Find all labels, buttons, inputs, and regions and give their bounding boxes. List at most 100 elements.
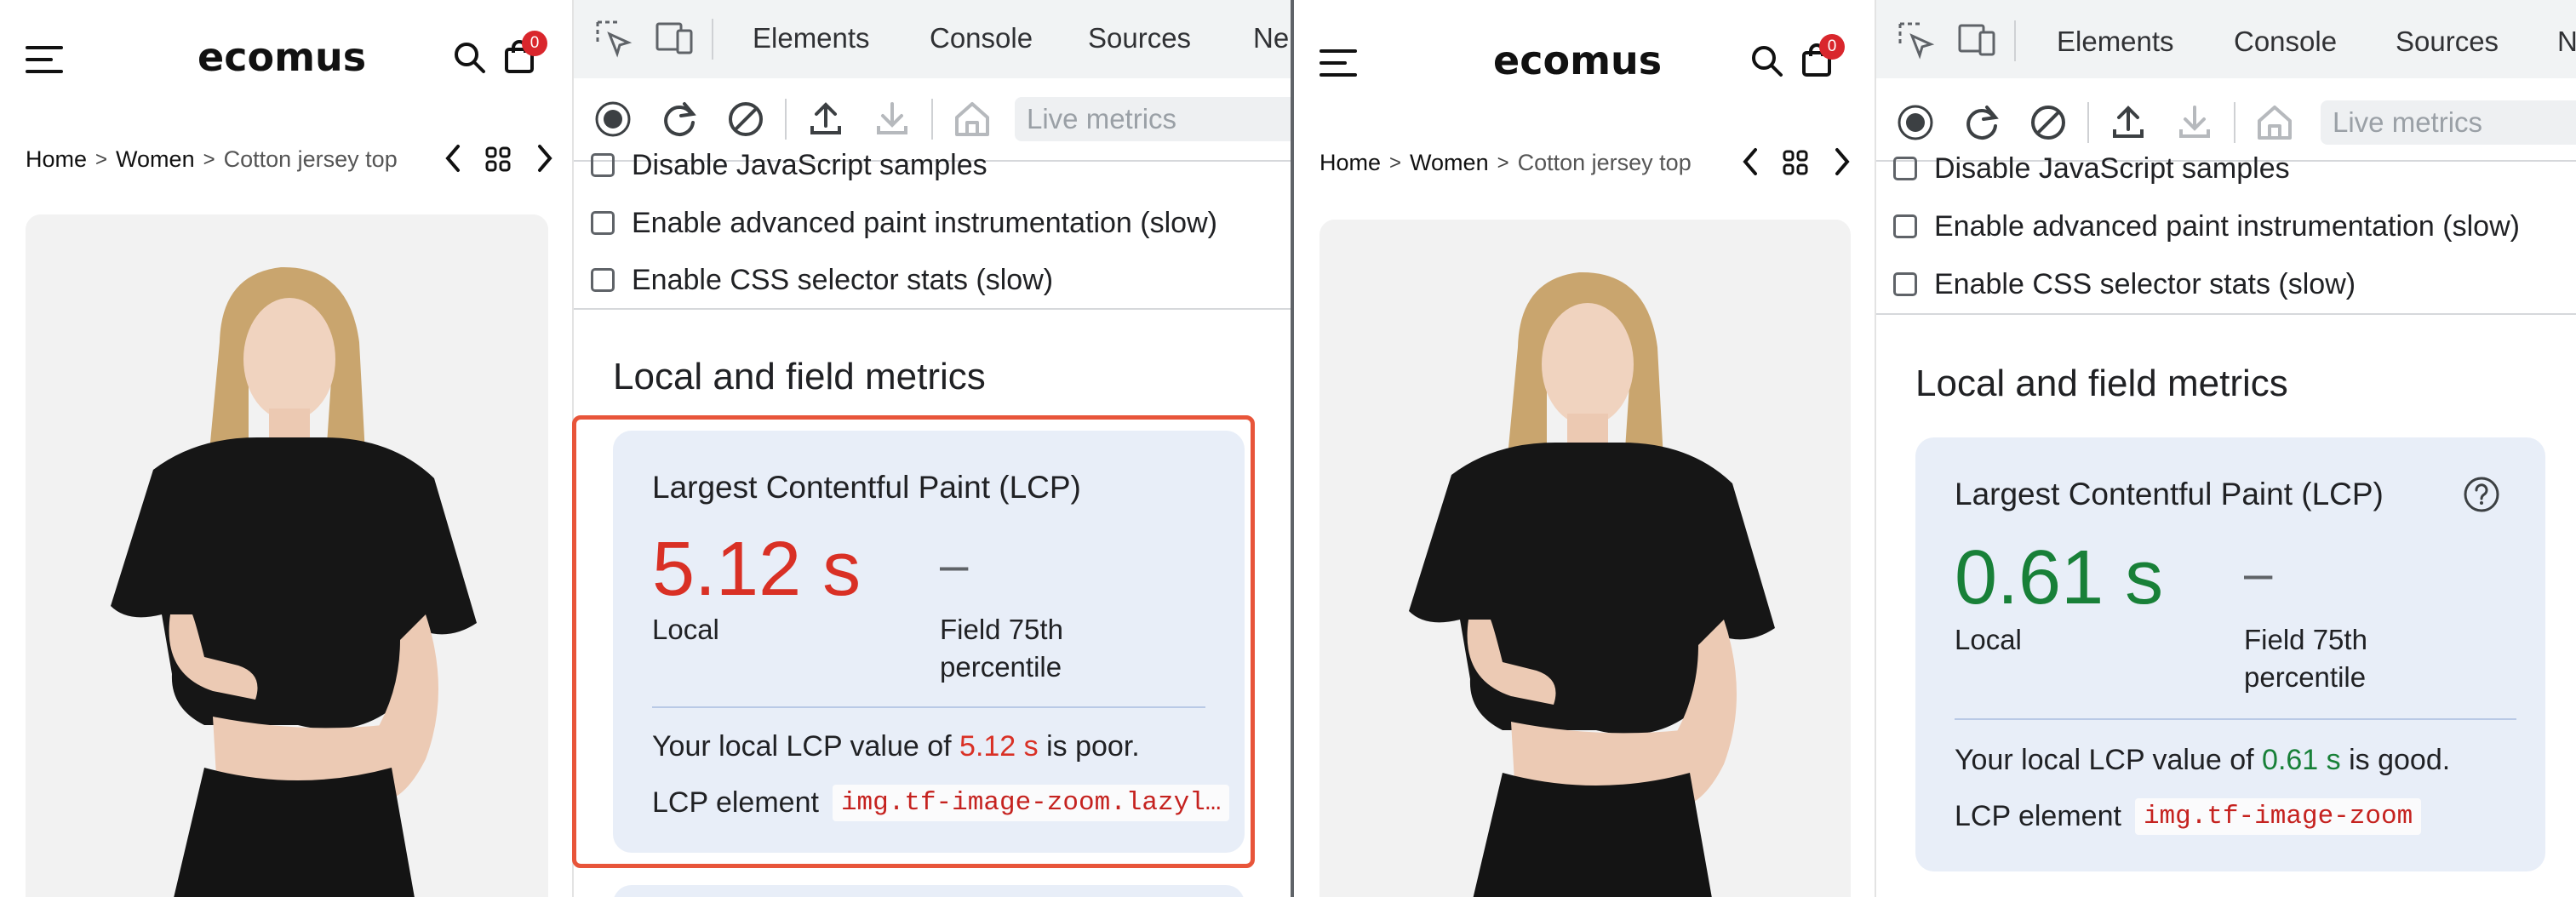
cart-count-badge: 0 <box>1819 34 1845 60</box>
screenshot-after: ecomus 0 Home > Women > Cotton jersey to… <box>1294 0 2576 897</box>
next-card <box>613 885 1245 897</box>
product-nav <box>1743 148 1850 175</box>
chevron-right-icon[interactable] <box>1835 148 1850 175</box>
checkbox[interactable] <box>1893 272 1917 296</box>
checkbox[interactable] <box>591 211 615 235</box>
checkbox[interactable] <box>1893 214 1917 238</box>
toolbar-separator <box>2234 102 2235 143</box>
breadcrumb-separator: > <box>203 147 215 171</box>
product-photo <box>1324 220 1846 897</box>
upload-icon[interactable] <box>805 99 846 140</box>
home-icon <box>2258 106 2292 140</box>
store-logo[interactable]: ecomus <box>1493 41 1662 80</box>
record-icon[interactable] <box>592 99 633 140</box>
tab-network[interactable]: Ne <box>1253 22 1289 54</box>
tab-sources[interactable]: Sources <box>1088 22 1191 54</box>
menu-icon[interactable] <box>26 46 63 75</box>
option-label: Disable JavaScript samples <box>632 148 987 181</box>
chevron-left-icon[interactable] <box>1743 148 1757 175</box>
grid-icon[interactable] <box>485 146 511 172</box>
option-disable-js-samples[interactable]: Disable JavaScript samples <box>1876 140 2576 197</box>
breadcrumb-current: Cotton jersey top <box>223 146 398 172</box>
download-icon <box>877 102 907 134</box>
screenshot-before: ecomus 0 Home > Women > Cotton jersey to… <box>0 0 1291 897</box>
tab-separator <box>712 19 713 60</box>
checkbox[interactable] <box>591 268 615 292</box>
reload-icon[interactable] <box>659 99 700 140</box>
option-disable-js-samples[interactable]: Disable JavaScript samples <box>574 136 1291 194</box>
live-metrics-filter[interactable]: Live metrics <box>2321 100 2576 145</box>
breadcrumb: Home > Women > Cotton jersey top <box>26 146 398 173</box>
checkbox[interactable] <box>591 153 615 177</box>
tab-elements[interactable]: Elements <box>2057 26 2174 58</box>
option-advanced-paint[interactable]: Enable advanced paint instrumentation (s… <box>574 194 1291 252</box>
highlight-box <box>572 415 1255 868</box>
device-toolbar-icon[interactable] <box>654 19 695 58</box>
option-advanced-paint[interactable]: Enable advanced paint instrumentation (s… <box>1876 197 2576 255</box>
lcp-card: Largest Contentful Paint (LCP) 0.61 s Lo… <box>1915 437 2545 871</box>
toolbar-separator <box>785 99 787 140</box>
upload-icon[interactable] <box>2108 102 2149 143</box>
chevron-right-icon[interactable] <box>538 145 552 172</box>
option-label: Enable advanced paint instrumentation (s… <box>1934 209 2520 243</box>
toolbar-separator <box>2087 102 2089 143</box>
lcp-card-title: Largest Contentful Paint (LCP) <box>1955 477 2384 511</box>
section-title: Local and field metrics <box>1915 363 2288 404</box>
breadcrumb-current: Cotton jersey top <box>1517 150 1692 175</box>
product-image[interactable] <box>26 214 548 897</box>
breadcrumb-home[interactable]: Home <box>1319 150 1381 176</box>
store-page: ecomus 0 Home > Women > Cotton jersey to… <box>0 0 574 897</box>
home-icon <box>955 102 989 136</box>
divider <box>1876 313 2576 315</box>
clear-icon[interactable] <box>2028 102 2069 143</box>
lcp-assessment: Your local LCP value of 0.61 s is good. <box>1955 744 2450 777</box>
lcp-element-link[interactable]: img.tf-image-zoom <box>2134 798 2422 835</box>
breadcrumb-separator: > <box>1497 151 1509 174</box>
assessment-prefix: Your local LCP value of <box>1955 744 2254 776</box>
store-page: ecomus 0 Home > Women > Cotton jersey to… <box>1294 0 1876 897</box>
tab-separator <box>2014 20 2016 61</box>
breadcrumb-home[interactable]: Home <box>26 146 87 173</box>
device-toolbar-icon[interactable] <box>1956 20 1997 60</box>
lcp-local-value: 0.61 s <box>1955 535 2164 620</box>
breadcrumb-women[interactable]: Women <box>1410 150 1489 176</box>
tab-sources[interactable]: Sources <box>2396 26 2499 58</box>
product-nav <box>445 145 552 172</box>
option-css-selector-stats[interactable]: Enable CSS selector stats (slow) <box>574 251 1291 309</box>
store-logo[interactable]: ecomus <box>197 37 366 77</box>
card-divider <box>1955 718 2516 720</box>
lcp-element-row: LCP element img.tf-image-zoom <box>1955 798 2422 835</box>
chevron-left-icon[interactable] <box>445 145 460 172</box>
inspect-icon[interactable] <box>594 19 633 58</box>
search-icon[interactable] <box>451 39 487 75</box>
tab-network[interactable]: N <box>2557 26 2576 58</box>
reload-icon[interactable] <box>1961 102 2002 143</box>
breadcrumb: Home > Women > Cotton jersey top <box>1319 150 1692 176</box>
devtools-tab-bar: Elements Console Sources Ne <box>574 0 1291 80</box>
product-photo <box>26 214 548 897</box>
live-metrics-filter[interactable]: Live metrics <box>1015 97 1291 141</box>
tab-console[interactable]: Console <box>930 22 1033 54</box>
option-label: Enable advanced paint instrumentation (s… <box>632 206 1217 239</box>
grid-icon[interactable] <box>1783 150 1808 175</box>
divider <box>574 308 1291 310</box>
option-css-selector-stats[interactable]: Enable CSS selector stats (slow) <box>1876 255 2576 313</box>
clear-icon[interactable] <box>725 99 766 140</box>
help-icon[interactable] <box>2462 475 2501 514</box>
devtools-tab-bar: Elements Console Sources N <box>1876 0 2576 80</box>
checkbox[interactable] <box>1893 157 1917 180</box>
menu-icon[interactable] <box>1319 49 1357 78</box>
download-icon <box>2179 106 2210 138</box>
search-icon[interactable] <box>1749 43 1784 78</box>
cart-count-badge: 0 <box>522 31 547 56</box>
option-label: Disable JavaScript samples <box>1934 151 2290 185</box>
record-icon[interactable] <box>1895 102 1936 143</box>
product-image[interactable] <box>1319 220 1851 897</box>
lcp-element-label: LCP element <box>1955 800 2121 832</box>
lcp-field-label: Field 75th percentile <box>2244 621 2367 696</box>
option-label: Enable CSS selector stats (slow) <box>632 263 1054 296</box>
tab-elements[interactable]: Elements <box>753 22 870 54</box>
tab-console[interactable]: Console <box>2234 26 2337 58</box>
inspect-icon[interactable] <box>1897 20 1936 60</box>
breadcrumb-women[interactable]: Women <box>116 146 195 173</box>
